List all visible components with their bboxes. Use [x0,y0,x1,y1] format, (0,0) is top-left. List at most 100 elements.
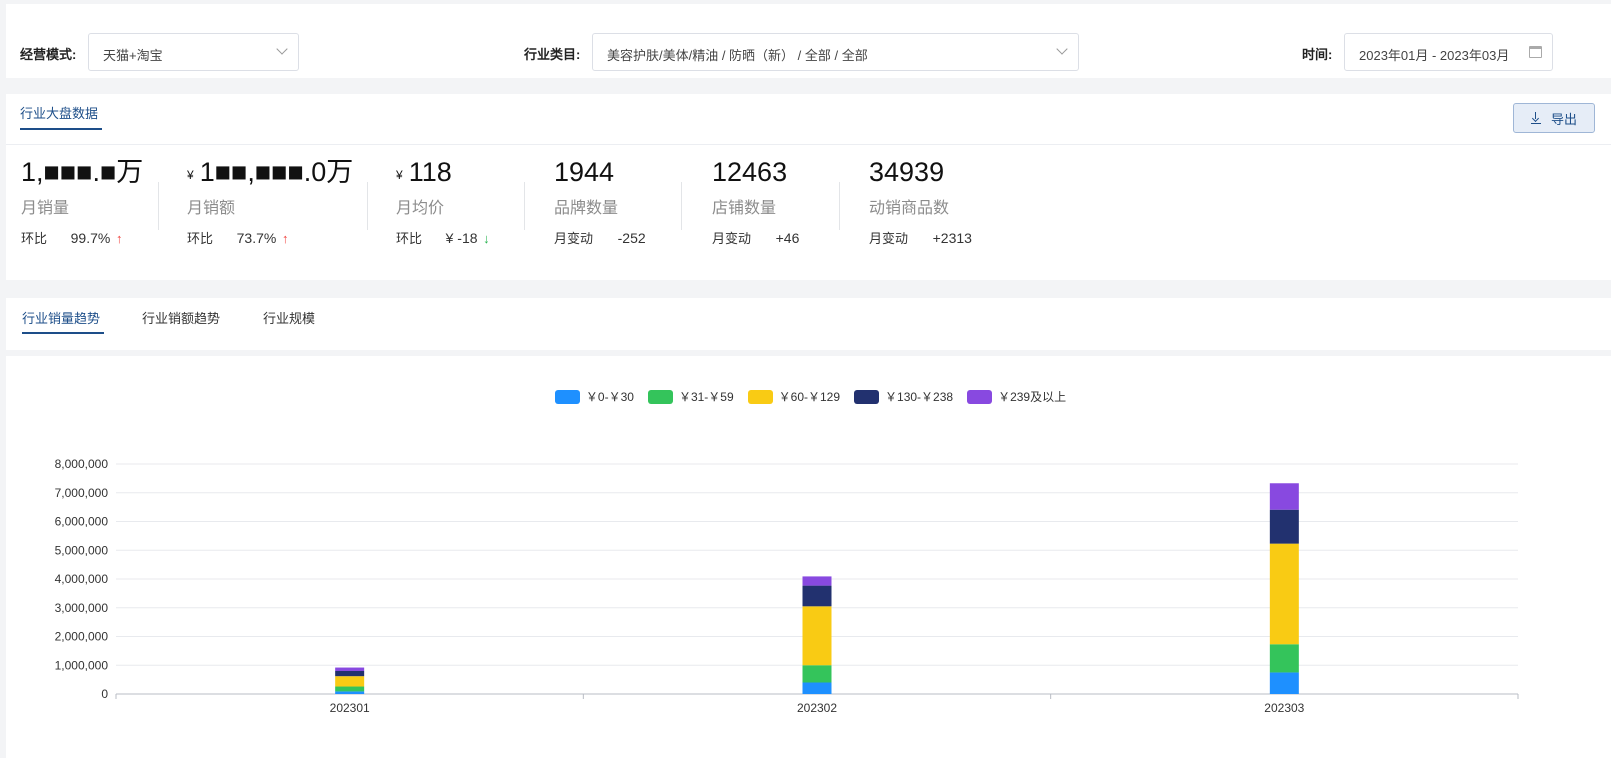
arrow-up-icon: ↑ [115,231,123,246]
kpi-value: 1,■■■.■万 [21,157,144,187]
kpi-label: 动销商品数 [869,200,950,217]
x-tick-label: 202302 [797,701,837,715]
mode-value: 天猫+淘宝 [103,48,163,63]
kpi-change: 月变动 +46 [712,228,799,247]
bar-segment [335,691,365,694]
kpi-label: 月销额 [187,200,236,217]
change-label: 环比 [21,231,48,246]
y-tick-label: 8,000,000 [55,457,109,471]
bar-segment [1269,509,1299,544]
change-label: 环比 [187,231,214,246]
kpi-change: 月变动 -252 [554,228,646,247]
kpi-value: 34939 [869,157,945,187]
chart-panel: ￥0-￥30 ￥31-￥59 ￥60-￥129 ￥130-￥238 ￥239及以… [6,356,1611,758]
y-tick-label: 6,000,000 [55,515,109,529]
bar-segment [802,606,832,666]
bar-segment [802,665,832,683]
change-value: -252 [617,230,646,246]
kpi-change: 环比 73.7% ↑ [187,228,353,247]
y-tick-label: 0 [101,687,108,701]
kpi-label: 月均价 [396,200,445,217]
kpi-value-wrap: ¥118 [396,154,490,190]
kpi-separator [681,182,682,230]
kpi-separator [158,182,159,230]
kpi-store-count: 12463 店铺数量 月变动 +46 [712,154,799,247]
y-tick-label: 3,000,000 [55,601,109,615]
kpi-separator [524,182,525,230]
kpi-value-wrap: ¥1■■,■■■.0万 [187,154,353,190]
kpi-separator [367,182,368,230]
kpi-avg-price: ¥118 月均价 环比 ¥ -18 ↓ [396,154,490,247]
kpi-brand-count: 1944 品牌数量 月变动 -252 [554,154,646,247]
kpi-value: 12463 [712,157,788,187]
kpi-change: 环比 99.7% ↑ [21,228,143,247]
kpi-monthly-sales: ¥1■■,■■■.0万 月销额 环比 73.7% ↑ [187,154,353,247]
time-label: 时间: [1302,47,1333,62]
kpi-separator [839,182,840,230]
kpi-value: 118 [408,157,452,187]
currency-symbol: ¥ [396,168,403,182]
date-range-value: 2023年01月 - 2023年03月 [1359,48,1510,63]
bar-segment [1269,483,1299,510]
date-range-picker[interactable]: 2023年01月 - 2023年03月 [1344,33,1553,71]
change-value: +46 [775,230,800,246]
download-icon [1530,112,1541,124]
currency-symbol: ¥ [187,168,194,182]
kpi-value: 1■■,■■■.0万 [199,157,354,187]
chevron-down-icon [1056,43,1068,55]
tab-overview[interactable]: 行业大盘数据 [20,103,98,122]
divider [6,144,1611,145]
kpi-active-products: 34939 动销商品数 月变动 +2313 [869,154,972,247]
category-select[interactable]: 美容护肤/美体/精油 / 防晒（新） / 全部 / 全部 [592,33,1079,71]
bar-segment [335,676,365,687]
change-value: 99.7% [70,230,111,246]
calendar-icon [1529,46,1542,58]
y-tick-label: 2,000,000 [55,630,109,644]
category-value: 美容护肤/美体/精油 / 防晒（新） / 全部 / 全部 [607,48,868,63]
category-label: 行业类目: [524,47,581,62]
bar-segment [335,686,365,692]
export-label: 导出 [1550,111,1577,127]
x-tick-label: 202301 [330,701,370,715]
bar-segment [802,576,832,586]
tab-sales-amount-trend[interactable]: 行业销额趋势 [142,308,220,327]
y-tick-label: 7,000,000 [55,486,109,500]
bar-segment [802,585,832,607]
chevron-down-icon [276,43,288,55]
kpi-label: 店铺数量 [712,200,777,217]
change-label: 月变动 [869,231,909,246]
bar-segment [1269,672,1299,694]
kpi-label: 品牌数量 [554,200,619,217]
mode-select[interactable]: 天猫+淘宝 [88,33,299,71]
bar-segment [335,667,365,671]
tab-sales-volume-trend[interactable]: 行业销量趋势 [22,308,100,327]
bar-segment [335,671,365,677]
kpi-value: 1944 [554,157,615,187]
bar-segment [1269,543,1299,645]
mode-label: 经营模式: [20,47,77,62]
chart-tabs: 行业销量趋势 行业销额趋势 行业规模 [6,298,1611,350]
kpi-monthly-volume: 1,■■■.■万 月销量 环比 99.7% ↑ [21,154,143,247]
bar-segment [802,682,832,694]
stacked-bar-chart: 0 1,000,000 2,000,000 3,000,000 4,000,000 5,0… [55,457,1519,715]
change-value: +2313 [932,230,972,246]
bar-segment [1269,644,1299,673]
kpi-change: 环比 ¥ -18 ↓ [396,228,490,247]
kpi-change: 月变动 +2313 [869,228,972,247]
kpi-label: 月销量 [21,200,70,217]
arrow-up-icon: ↑ [281,231,289,246]
change-value: 73.7% [236,230,277,246]
change-label: 月变动 [554,231,594,246]
y-tick-label: 4,000,000 [55,572,109,586]
tab-underline [22,332,104,334]
arrow-down-icon: ↓ [483,231,490,246]
tab-underline [20,128,102,130]
change-label: 月变动 [712,231,752,246]
overview-panel: 行业大盘数据 导出 1,■■■.■万 月销量 环比 99.7% ↑ ¥1■■,■… [6,94,1611,280]
change-label: 环比 [396,231,423,246]
tab-industry-scale[interactable]: 行业规模 [263,308,315,327]
filter-bar: 经营模式: 天猫+淘宝 行业类目: 美容护肤/美体/精油 / 防晒（新） / 全… [6,4,1611,78]
export-button[interactable]: 导出 [1513,103,1595,133]
y-tick-label: 1,000,000 [55,658,109,672]
y-tick-label: 5,000,000 [55,543,109,557]
